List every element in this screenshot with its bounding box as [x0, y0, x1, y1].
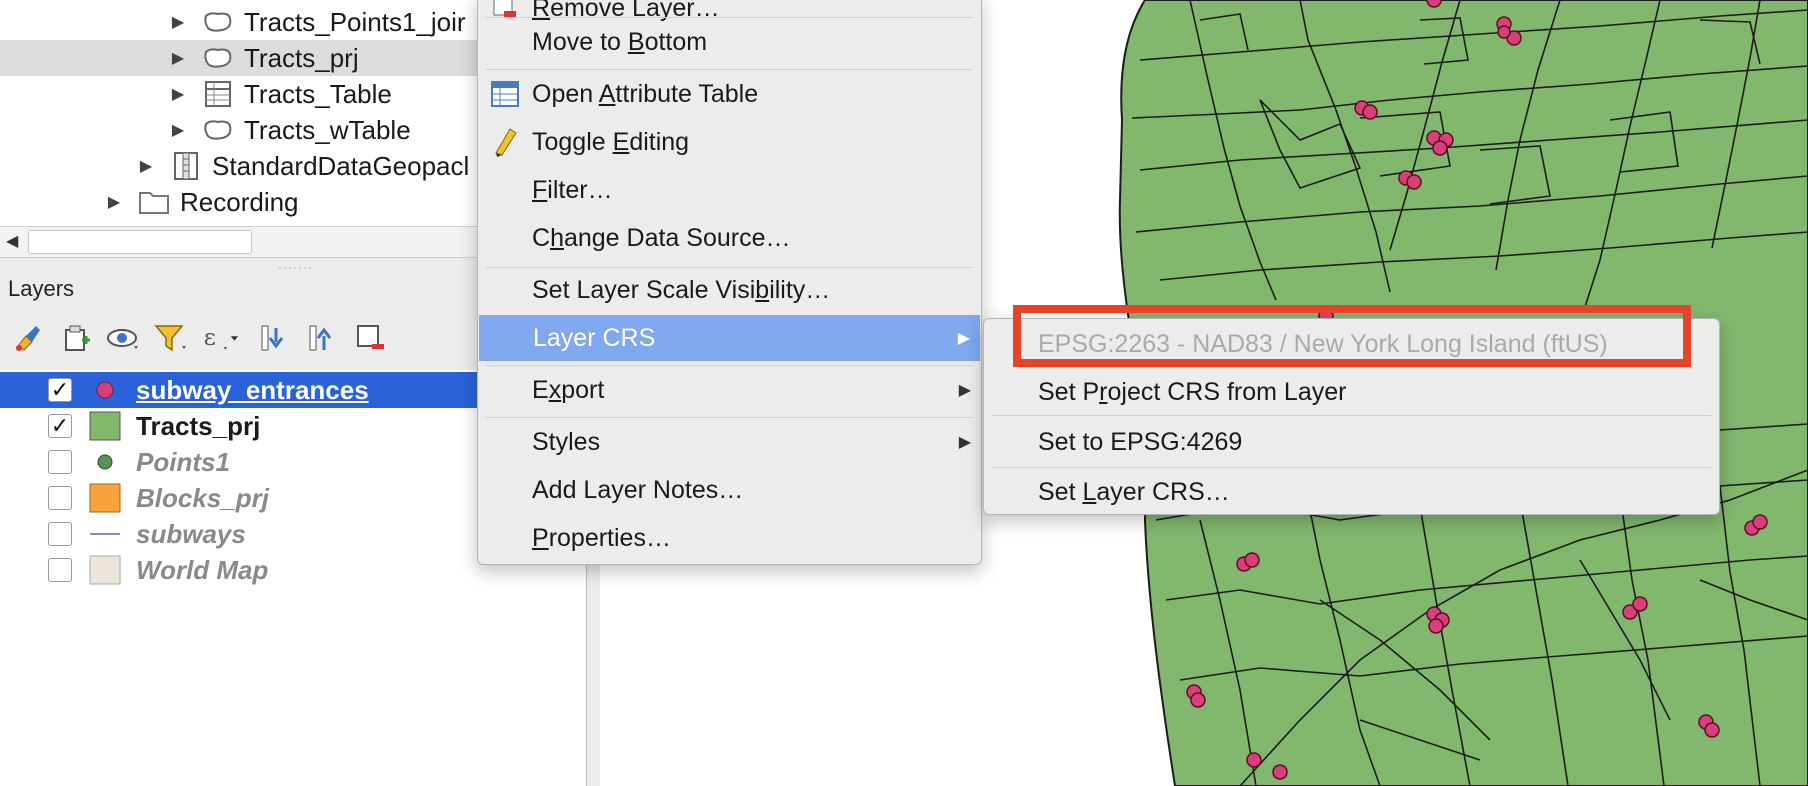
menu-item-label: Set Layer Scale Visibility…	[532, 275, 831, 304]
style-manager-icon[interactable]	[10, 320, 46, 356]
svg-text:ε: ε	[204, 323, 216, 351]
submenu-item-label: Set Project CRS from Layer	[1038, 377, 1347, 406]
submenu-arrow-icon: ▶	[958, 382, 971, 399]
layer-name: Blocks_prj	[136, 482, 269, 513]
table-layer-icon	[200, 80, 236, 108]
geopackage-icon	[168, 152, 204, 180]
green-fill-icon	[88, 411, 122, 441]
layer-name: Tracts_prj	[136, 410, 261, 441]
menu-item-export[interactable]: Export ▶	[478, 367, 981, 413]
attribute-table-icon	[490, 79, 520, 109]
layer-name: subway_entrances	[136, 374, 369, 405]
menu-item-toggle-editing[interactable]: Toggle Editing	[478, 119, 981, 165]
submenu-item-label: Set to EPSG:4269	[1038, 427, 1243, 456]
submenu-item-set-project-crs-from-layer[interactable]: Set Project CRS from Layer	[984, 369, 1719, 415]
menu-item-label: Styles	[532, 427, 601, 456]
tree-item-label: Tracts_wTable	[244, 114, 411, 145]
menu-item-layer-crs[interactable]: Layer CRS ▶	[479, 315, 980, 361]
menu-item-properties[interactable]: Properties…	[478, 515, 981, 561]
scrollbar-thumb[interactable]	[28, 230, 252, 254]
menu-item-set-layer-scale-visibility[interactable]: Set Layer Scale Visibility…	[478, 267, 981, 313]
menu-item-filter[interactable]: Filter…	[478, 167, 981, 213]
tree-item-label: StandardDataGeopacl	[212, 150, 470, 181]
menu-item-add-layer-notes[interactable]: Add Layer Notes…	[478, 467, 981, 513]
menu-item-label: Add Layer Notes…	[532, 475, 744, 504]
filter-legend-icon[interactable]	[154, 320, 190, 356]
expand-arrow-icon[interactable]: ▶	[136, 156, 156, 176]
add-group-icon[interactable]	[58, 320, 94, 356]
menu-item-label: Filter…	[532, 175, 613, 204]
submenu-item-current-crs: EPSG:2263 - NAD83 / New York Long Island…	[984, 321, 1719, 367]
menu-item-label: Change Data Source…	[532, 223, 791, 252]
tree-item-label: Tracts_Points1_joir	[244, 6, 466, 37]
expand-arrow-icon[interactable]: ▶	[168, 84, 188, 104]
scroll-left-icon[interactable]: ◀	[6, 231, 18, 251]
submenu-arrow-icon: ▶	[958, 434, 971, 451]
layer-visibility-checkbox[interactable]	[48, 450, 72, 474]
folder-icon	[136, 188, 172, 216]
green-point-icon	[88, 447, 122, 477]
submenu-arrow-icon: ▶	[957, 330, 970, 347]
expand-arrow-icon[interactable]: ▶	[168, 48, 188, 68]
layer-visibility-checkbox[interactable]	[48, 486, 72, 510]
beige-fill-icon	[88, 555, 122, 585]
menu-item-styles[interactable]: Styles ▶	[478, 419, 981, 465]
layer-name: subways	[136, 518, 246, 549]
collapse-all-icon[interactable]	[304, 320, 340, 356]
splitter-grip-icon[interactable]: ·······	[278, 260, 313, 274]
layers-panel-title: Layers	[8, 276, 75, 301]
submenu-item-label: Set Layer CRS…	[1038, 477, 1230, 506]
polygon-layer-icon	[200, 44, 236, 72]
expand-all-icon[interactable]	[256, 320, 292, 356]
polygon-layer-icon	[200, 8, 236, 36]
menu-item-label: Properties…	[532, 523, 671, 552]
layer-visibility-checkbox[interactable]: ✓	[48, 377, 72, 402]
menu-item-label: Toggle Editing	[532, 127, 690, 156]
tree-item-label: Recording	[180, 186, 299, 217]
pencil-icon	[490, 127, 520, 157]
menu-item-label: Open Attribute Table	[532, 79, 759, 108]
submenu-item-set-to-epsg-4269[interactable]: Set to EPSG:4269	[984, 419, 1719, 465]
layer-name: World Map	[136, 554, 269, 585]
menu-item-change-data-source[interactable]: Change Data Source…	[478, 215, 981, 261]
submenu-item-label: EPSG:2263 - NAD83 / New York Long Island…	[1038, 329, 1608, 358]
tree-item-label: Tracts_prj	[244, 42, 359, 73]
submenu-item-set-layer-crs[interactable]: Set Layer CRS…	[984, 469, 1719, 515]
layer-visibility-checkbox[interactable]	[48, 522, 72, 546]
pink-point-icon	[88, 375, 122, 405]
menu-item-label: Layer CRS	[533, 323, 656, 352]
expand-arrow-icon[interactable]: ▶	[168, 12, 188, 32]
remove-layer-icon[interactable]	[352, 320, 388, 356]
menu-item-label: Move to Bottom	[532, 27, 708, 56]
tree-item-label: Tracts_Table	[244, 78, 392, 109]
orange-fill-icon	[88, 483, 122, 513]
menu-item-move-to-bottom[interactable]: Move to Bottom	[478, 19, 981, 65]
layer-visibility-checkbox[interactable]	[48, 558, 72, 582]
menu-item-open-attribute-table[interactable]: Open Attribute Table	[478, 71, 981, 117]
menu-item-label: Export	[532, 375, 605, 404]
layers-toolbar: ε	[10, 318, 400, 358]
layer-context-menu: Remove Layer… Move to Bottom Open Attrib…	[477, 0, 982, 565]
line-icon	[88, 519, 122, 549]
filter-expression-icon[interactable]: ε	[202, 320, 238, 356]
expand-arrow-icon[interactable]: ▶	[104, 192, 124, 212]
expand-arrow-icon[interactable]: ▶	[168, 120, 188, 140]
layer-crs-submenu: EPSG:2263 - NAD83 / New York Long Island…	[983, 318, 1720, 515]
polygon-layer-icon	[200, 116, 236, 144]
layer-name: Points1	[136, 446, 230, 477]
layer-visibility-checkbox[interactable]: ✓	[48, 413, 72, 438]
visibility-icon[interactable]	[106, 320, 142, 356]
